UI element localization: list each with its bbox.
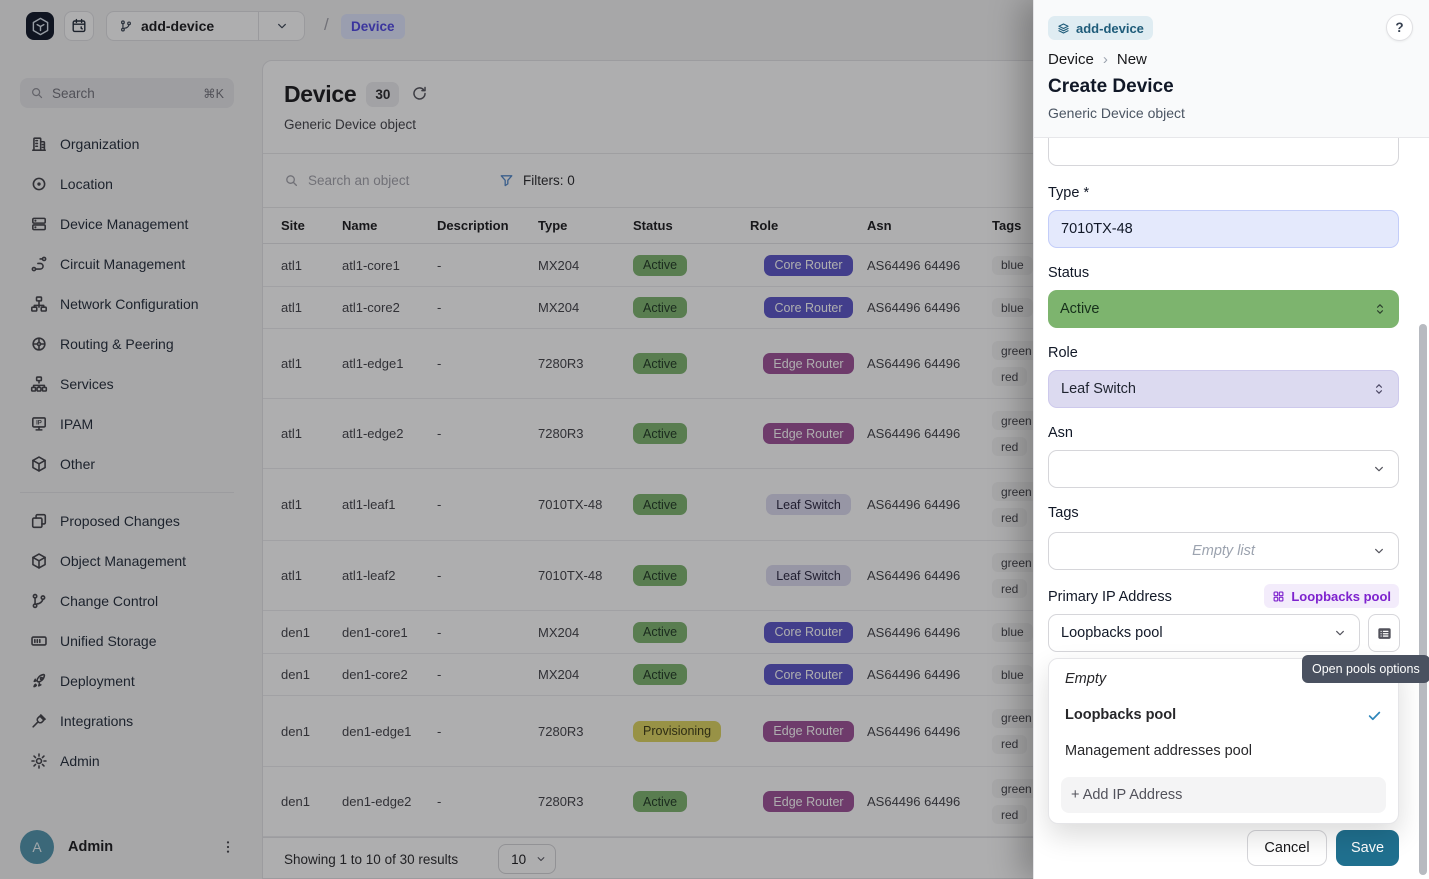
help-button[interactable]: ? [1386, 14, 1413, 41]
layers-icon [1057, 22, 1070, 35]
asn-label: Asn [1048, 425, 1073, 441]
create-device-form: Type * 7010TX-48 Status Active Role Leaf… [1034, 138, 1429, 879]
primary-ip-value: Loopbacks pool [1061, 625, 1163, 641]
panel-subtitle: Generic Device object [1048, 105, 1185, 121]
pool-option-label: Empty [1065, 671, 1106, 687]
cancel-button[interactable]: Cancel [1247, 830, 1327, 866]
breadcrumb-current: New [1117, 51, 1147, 68]
chevron-down-icon [1372, 462, 1386, 476]
branch-badge-label: add-device [1076, 21, 1144, 36]
type-label: Type * [1048, 185, 1089, 201]
panel-scrollbar-thumb[interactable] [1419, 324, 1427, 875]
status-value: Active [1060, 301, 1100, 317]
list-details-icon [1376, 625, 1393, 642]
status-select[interactable]: Active [1048, 290, 1399, 328]
breadcrumb-chevron: › [1103, 51, 1108, 68]
pool-option-label: Loopbacks pool [1065, 707, 1176, 723]
chevrons-up-down-icon [1372, 382, 1386, 396]
modal-backdrop [0, 0, 1033, 879]
primary-ip-select[interactable]: Loopbacks pool [1048, 614, 1360, 652]
pool-badge: Loopbacks pool [1264, 584, 1399, 608]
tags-label: Tags [1048, 505, 1079, 521]
grid-icon [1272, 590, 1285, 603]
panel-actions: Cancel Save [1247, 830, 1399, 866]
tags-select[interactable]: Empty list [1048, 532, 1399, 570]
pool-option-loopbacks-pool[interactable]: Loopbacks pool [1049, 697, 1398, 733]
pool-option-label: Management addresses pool [1065, 743, 1252, 759]
create-device-panel: add-device ? Device › New Create Device … [1033, 0, 1429, 879]
pool-badge-label: Loopbacks pool [1291, 589, 1391, 604]
asn-select[interactable] [1048, 450, 1399, 488]
primary-ip-label: Primary IP Address [1048, 589, 1172, 605]
role-select[interactable]: Leaf Switch [1048, 370, 1399, 408]
open-pools-options-button[interactable] [1368, 614, 1400, 652]
branch-badge: add-device [1048, 16, 1153, 40]
type-input[interactable]: 7010TX-48 [1048, 210, 1399, 248]
breadcrumb-parent[interactable]: Device [1048, 51, 1094, 68]
add-ip-address-button[interactable]: + Add IP Address [1061, 777, 1386, 813]
panel-header: add-device ? Device › New Create Device … [1034, 0, 1429, 138]
save-button[interactable]: Save [1336, 830, 1399, 866]
clipped-field-above[interactable] [1048, 138, 1399, 166]
panel-title: Create Device [1048, 76, 1174, 98]
status-label: Status [1048, 265, 1089, 281]
check-icon [1367, 708, 1382, 723]
chevron-down-icon [1333, 626, 1347, 640]
role-label: Role [1048, 345, 1078, 361]
tags-placeholder: Empty list [1192, 543, 1255, 559]
panel-breadcrumb: Device › New [1048, 51, 1147, 68]
chevrons-up-down-icon [1373, 302, 1387, 316]
pool-option-management-addresses-pool[interactable]: Management addresses pool [1049, 733, 1398, 769]
tooltip: Open pools options [1302, 655, 1429, 683]
role-value: Leaf Switch [1061, 381, 1136, 397]
type-value: 7010TX-48 [1061, 221, 1133, 237]
chevron-down-icon [1372, 544, 1386, 558]
app-root: add-device / Device Search ⌘K Organizati… [0, 0, 1429, 879]
